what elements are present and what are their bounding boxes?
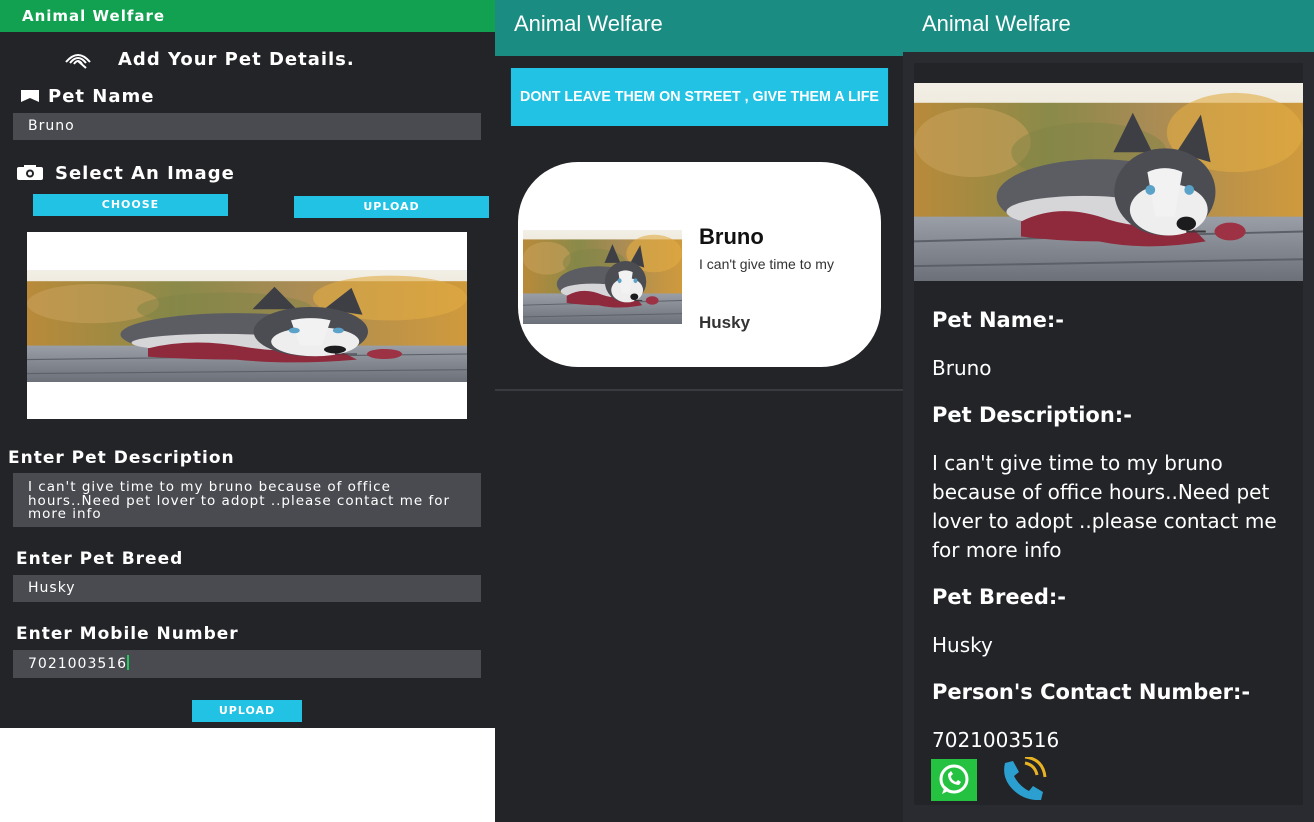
whatsapp-icon[interactable]	[931, 759, 977, 801]
fingerprint-icon	[62, 50, 94, 70]
description-label: Enter Pet Description	[8, 448, 235, 468]
contact-number-value: 7021003516	[932, 728, 1060, 752]
pet-photo	[27, 270, 467, 382]
mobile-label: Enter Mobile Number	[16, 624, 239, 644]
submit-upload-button[interactable]: UPLOAD	[192, 700, 302, 722]
description-input[interactable]: I can't give time to my bruno because of…	[13, 473, 481, 527]
text-caret	[127, 655, 130, 670]
image-preview	[27, 232, 467, 419]
contact-number-heading: Person's Contact Number:-	[932, 680, 1251, 704]
app-title: Animal Welfare	[514, 11, 663, 36]
select-image-label: Select An Image	[55, 163, 235, 184]
pet-breed-value: Husky	[932, 633, 993, 657]
upload-image-button[interactable]: UPLOAD	[294, 196, 489, 218]
breed-label: Enter Pet Breed	[16, 549, 184, 569]
app-title: Animal Welfare	[22, 7, 166, 25]
app-bar: Animal Welfare	[495, 0, 903, 56]
breed-input[interactable]: Husky	[13, 575, 481, 602]
app-title: Animal Welfare	[922, 11, 1071, 36]
pet-name-label: Pet Name	[48, 86, 155, 107]
list-divider	[495, 389, 903, 391]
camera-icon	[16, 165, 44, 181]
detail-card: Pet Name:- Bruno Pet Description:- I can…	[914, 63, 1303, 805]
tag-icon	[20, 89, 40, 103]
pet-description-heading: Pet Description:-	[932, 403, 1132, 427]
app-bar: Animal Welfare	[0, 0, 495, 32]
pet-detail-photo	[914, 83, 1303, 281]
app-bar: Animal Welfare	[903, 0, 1314, 52]
mobile-value: 7021003516	[28, 656, 128, 672]
pet-card-photo	[523, 230, 682, 324]
form-heading: Add Your Pet Details.	[118, 49, 355, 70]
detail-sheet: Pet Name:- Bruno Pet Description:- I can…	[903, 52, 1314, 822]
add-pet-screen: Animal Welfare Add Your Pet Details. Pet…	[0, 0, 495, 822]
adoption-banner: DONT LEAVE THEM ON STREET , GIVE THEM A …	[510, 68, 889, 126]
choose-image-button[interactable]: CHOOSE	[33, 194, 228, 216]
pet-name-heading: Pet Name:-	[932, 308, 1064, 332]
pet-description-value: I can't give time to my bruno because of…	[932, 451, 1277, 562]
phone-call-icon[interactable]	[999, 757, 1049, 803]
pet-card[interactable]: Bruno I can't give time to my Husky	[518, 162, 881, 367]
pet-list-screen: Animal Welfare DONT LEAVE THEM ON STREET…	[495, 0, 903, 822]
mobile-input[interactable]: 7021003516	[13, 650, 481, 678]
pet-breed-heading: Pet Breed:-	[932, 585, 1066, 609]
pet-name-input[interactable]: Bruno	[13, 113, 481, 140]
add-pet-form: Add Your Pet Details. Pet Name Bruno Sel…	[0, 32, 495, 728]
pet-name-value: Bruno	[932, 356, 992, 380]
pet-card-breed: Husky	[699, 313, 751, 332]
pet-card-name: Bruno	[699, 224, 764, 249]
pet-detail-screen: Animal Welfare Pet Name:- Bruno Pet Desc…	[903, 0, 1314, 822]
pet-card-description: I can't give time to my	[699, 256, 834, 272]
